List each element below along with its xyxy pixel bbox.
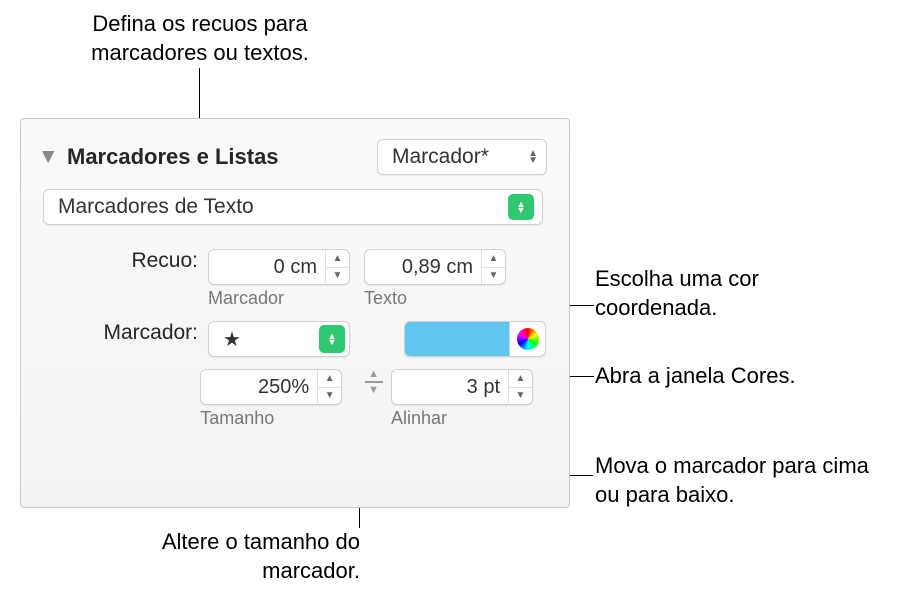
color-picker-button[interactable] [509,322,545,356]
marker-symbol-popup[interactable]: ★ ▲▼ [208,321,350,357]
stepper-arrows-icon[interactable]: ▲▼ [317,370,341,404]
chevron-up-down-icon: ▲▼ [508,194,534,220]
indent-label: Recuo: [43,249,208,273]
stepper-arrows-icon[interactable]: ▲▼ [508,370,532,404]
color-swatch[interactable] [405,322,509,356]
align-stepper[interactable]: 3 pt ▲▼ [391,369,533,405]
callout-size: Altere o tamanho do marcador. [160,528,360,585]
size-stepper[interactable]: 250% ▲▼ [200,369,342,405]
indent-marker-sublabel: Marcador [208,288,350,309]
color-wheel-icon [517,328,539,350]
stepper-arrows-icon[interactable]: ▲▼ [325,250,349,284]
indent-marker-value[interactable]: 0 cm [209,256,325,279]
indent-text-sublabel: Texto [364,288,506,309]
section-title: Marcadores e Listas [67,144,279,170]
bullets-lists-panel: ▶ Marcadores e Listas Marcador* ▲▼ Marca… [20,118,570,508]
size-value[interactable]: 250% [201,376,317,399]
callout-color-picker: Abra a janela Cores. [595,362,796,391]
color-well [404,321,546,357]
callout-indent: Defina os recuos para marcadores ou text… [60,10,340,67]
star-icon: ★ [223,327,241,352]
size-sublabel: Tamanho [200,408,342,429]
disclosure-triangle-icon[interactable]: ▶ [39,151,59,163]
align-sublabel: Alinhar [391,408,533,429]
leader-line [199,68,200,120]
indent-text-value[interactable]: 0,89 cm [365,256,481,279]
chevron-up-down-icon: ▲▼ [520,150,538,164]
list-style-popup[interactable]: Marcador* ▲▼ [377,139,547,175]
align-value[interactable]: 3 pt [392,376,508,399]
callout-align: Mova o marcador para cima ou para baixo. [595,452,895,509]
marker-label: Marcador: [43,321,208,345]
stepper-arrows-icon[interactable]: ▲▼ [481,250,505,284]
chevron-up-down-icon: ▲▼ [319,325,345,353]
vertical-align-icon: ▲ ▼ [362,369,385,395]
list-style-value: Marcador* [392,145,489,169]
indent-text-stepper[interactable]: 0,89 cm ▲▼ [364,249,506,285]
callout-color-swatch: Escolha uma cor coordenada. [595,265,855,322]
bullet-type-popup[interactable]: Marcadores de Texto ▲▼ [43,189,543,225]
indent-marker-stepper[interactable]: 0 cm ▲▼ [208,249,350,285]
bullet-type-value: Marcadores de Texto [58,195,254,219]
